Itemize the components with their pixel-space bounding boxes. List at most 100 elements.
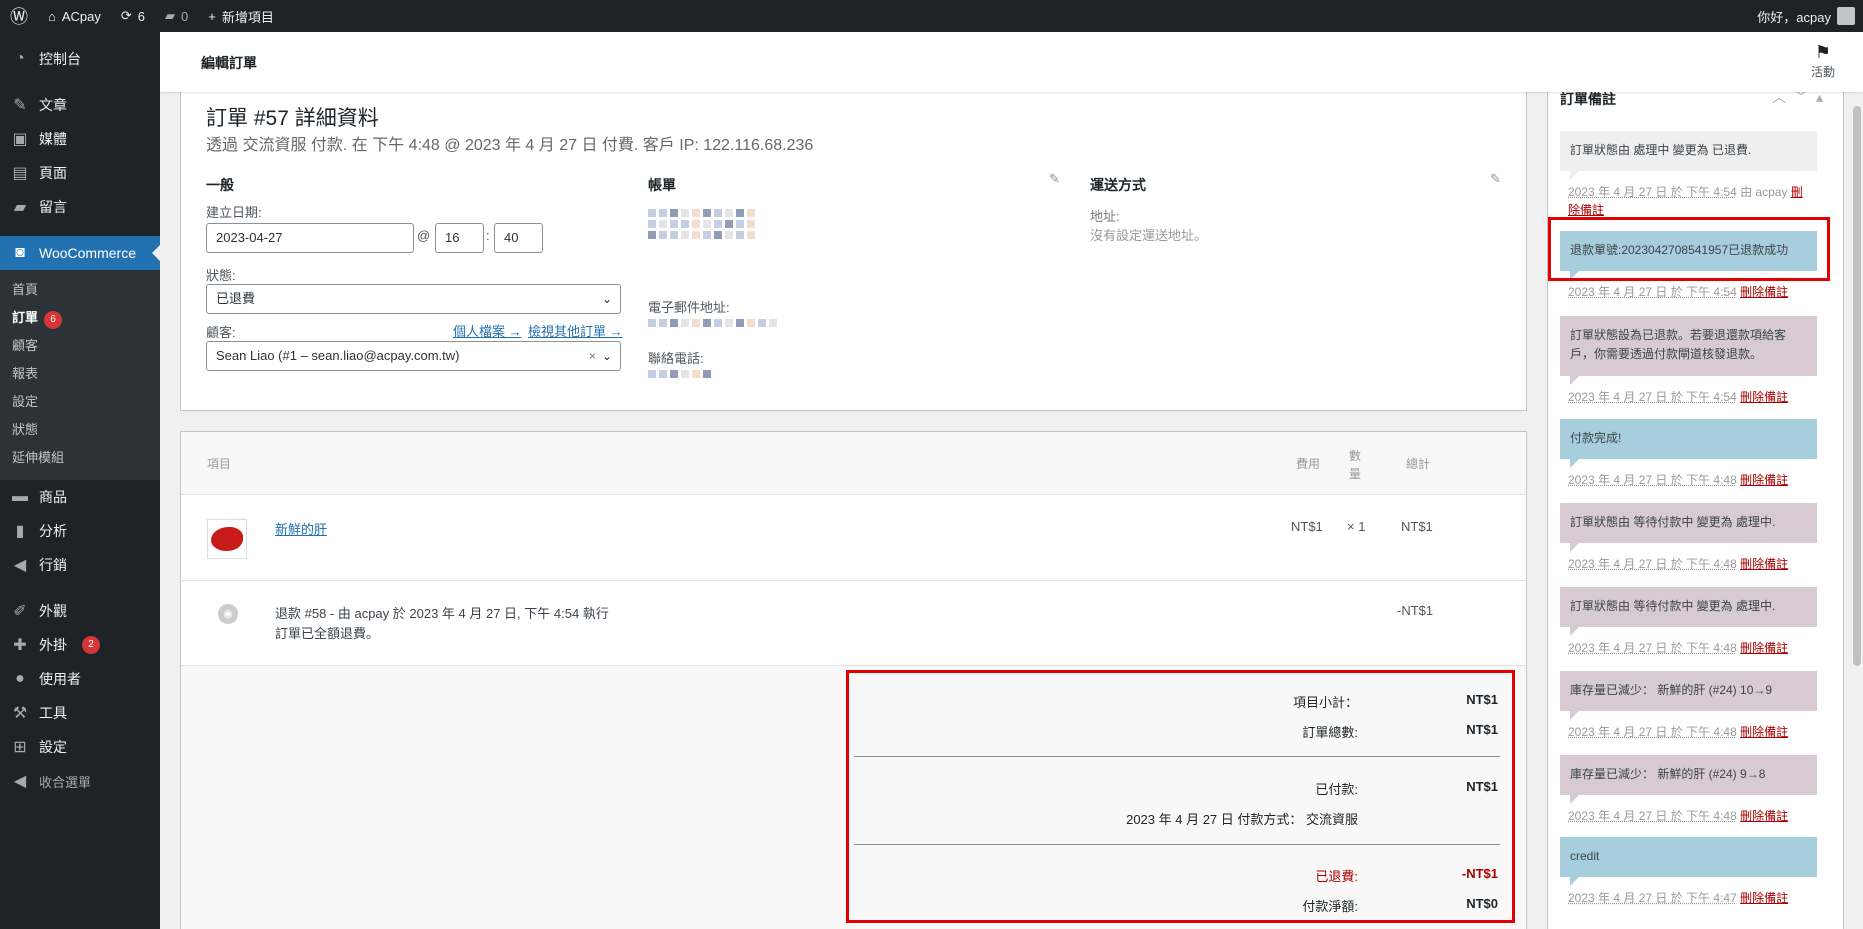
media-icon: ▣	[12, 131, 28, 148]
customer-select[interactable]: Sean Liao (#1 – sean.liao@acpay.com.tw) ×…	[206, 341, 621, 371]
site-name-link[interactable]: ⌂ ACpay	[38, 0, 111, 32]
admin-sidebar: ◔ 控制台 ✎ 文章 ▣ 媒體 ▤ 頁面 ▰ 留言 ◙ WooCommerce 首頁 訂單 6…	[0, 32, 160, 929]
refund-icon: ◉	[218, 604, 238, 624]
header-qty: 數量	[1349, 449, 1362, 481]
billing-title: 帳單	[648, 177, 676, 193]
delete-note-link[interactable]: 刪除備註	[1740, 725, 1788, 739]
list-item: 付款完成!	[1560, 419, 1817, 468]
plus-icon: +	[208, 8, 216, 24]
item-total: NT$1	[1401, 519, 1433, 534]
comment-icon: ▰	[165, 8, 176, 23]
items-header-row: 項目 費用 數量 總計	[181, 432, 1526, 495]
my-account-link[interactable]: 你好，acpay	[1747, 0, 1863, 32]
note-text: credit	[1570, 849, 1600, 863]
scrollbar[interactable]	[1851, 92, 1863, 929]
page-title: 編輯訂單	[201, 55, 257, 71]
comments-link[interactable]: ▰ 0	[155, 0, 198, 32]
view-other-orders-link[interactable]: 檢視其他訂單 →	[528, 321, 623, 340]
minute-input[interactable]: 40	[494, 223, 543, 253]
note-meta: 2023 年 4 月 27 日 於 下午 4:54 刪除備註	[1568, 283, 1808, 301]
menu-collapse[interactable]: ◀ 收合選單	[0, 764, 160, 798]
megaphone-icon: ◀	[13, 557, 27, 574]
brush-icon: ✐	[13, 603, 27, 620]
note-date: 2023 年 4 月 27 日 於 下午 4:54	[1568, 185, 1737, 199]
note-date: 2023 年 4 月 27 日 於 下午 4:54	[1568, 285, 1737, 299]
menu-pages[interactable]: ▤ 頁面	[0, 156, 160, 190]
note-date: 2023 年 4 月 27 日 於 下午 4:48	[1568, 473, 1737, 487]
submenu-status[interactable]: 狀態	[0, 416, 160, 444]
note-date: 2023 年 4 月 27 日 於 下午 4:47	[1568, 891, 1737, 905]
updates-link[interactable]: ⟳ 6	[111, 0, 155, 32]
menu-products[interactable]: ▬ 商品	[0, 480, 160, 514]
header-item: 項目	[207, 457, 232, 471]
menu-media[interactable]: ▣ 媒體	[0, 122, 160, 156]
menu-woocommerce[interactable]: ◙ WooCommerce	[0, 236, 160, 270]
billing-address-redacted	[648, 209, 758, 239]
menu-settings[interactable]: ⊞ 設定	[0, 730, 160, 764]
submenu-customers[interactable]: 顧客	[0, 332, 160, 360]
delete-note-link[interactable]: 刪除備註	[1740, 557, 1788, 571]
delete-note-link[interactable]: 刪除備註	[1740, 809, 1788, 823]
submenu-extensions[interactable]: 延伸模組	[0, 444, 160, 472]
menu-comments[interactable]: ▰ 留言	[0, 190, 160, 224]
order-subheading: 透過 交流資服 付款. 在 下午 4:48 @ 2023 年 4 月 27 日 …	[206, 137, 814, 154]
delete-note-link[interactable]: 刪除備註	[1740, 390, 1788, 404]
wordpress-icon: Ⓦ	[10, 7, 28, 27]
submenu-orders[interactable]: 訂單 6	[0, 304, 160, 332]
refund-row: ◉ 退款 #58 - 由 acpay 於 2023 年 4 月 27 日, 下午…	[181, 580, 1526, 665]
submenu-home[interactable]: 首頁	[0, 276, 160, 304]
product-name-link[interactable]: 新鮮的肝	[275, 519, 327, 538]
list-item: 訂單狀態由 處理中 變更為 已退費.	[1560, 131, 1817, 180]
plugins-count-badge: 2	[82, 636, 100, 654]
created-date-label: 建立日期:	[206, 205, 262, 220]
dashboard-icon: ◔	[15, 50, 25, 67]
item-qty: × 1	[1347, 519, 1366, 534]
menu-plugins[interactable]: ✚ 外掛 2	[0, 628, 160, 662]
delete-note-link[interactable]: 刪除備註	[1740, 891, 1788, 905]
delete-note-link[interactable]: 刪除備註	[1740, 641, 1788, 655]
delete-note-link[interactable]: 刪除備註	[1740, 285, 1788, 299]
products-icon: ▬	[12, 488, 28, 505]
order-heading: 訂單 #57 詳細資料	[206, 107, 379, 130]
customer-label: 顧客:	[206, 325, 236, 340]
submenu-settings[interactable]: 設定	[0, 388, 160, 416]
hour-input[interactable]: 16	[435, 223, 484, 253]
menu-dashboard[interactable]: ◔ 控制台	[0, 42, 160, 76]
menu-tools[interactable]: ⚒ 工具	[0, 696, 160, 730]
customer-profile-link[interactable]: 個人檔案 →	[453, 321, 522, 340]
menu-analytics[interactable]: ▮ 分析	[0, 514, 160, 548]
menu-users[interactable]: ● 使用者	[0, 662, 160, 696]
header-cost: 費用	[1296, 457, 1321, 471]
phone-redacted[interactable]	[648, 370, 728, 378]
refund-amount: -NT$1	[1397, 603, 1434, 618]
clear-customer-icon[interactable]: ×	[589, 342, 596, 370]
activity-button[interactable]: ⚑ 活動	[1811, 42, 1835, 80]
item-cost: NT$1	[1291, 519, 1323, 534]
delete-note-link[interactable]: 刪除備註	[1740, 473, 1788, 487]
edit-shipping-pencil-icon[interactable]: ✎	[1490, 171, 1501, 187]
scrollbar-thumb[interactable]	[1853, 106, 1861, 666]
email-redacted[interactable]	[648, 319, 788, 327]
created-date-input[interactable]: 2023-04-27	[206, 223, 414, 253]
menu-appearance[interactable]: ✐ 外觀	[0, 594, 160, 628]
refresh-icon: ⟳	[120, 8, 132, 23]
admin-bar: Ⓦ ⌂ ACpay ⟳ 6 ▰ 0 + 新增項目 你好，acpay	[0, 0, 1863, 32]
note-date: 2023 年 4 月 27 日 於 下午 4:48	[1568, 725, 1737, 739]
menu-marketing[interactable]: ◀ 行銷	[0, 548, 160, 582]
menu-posts[interactable]: ✎ 文章	[0, 88, 160, 122]
submenu-reports[interactable]: 報表	[0, 360, 160, 388]
pin-icon: ✎	[13, 97, 27, 114]
new-item-link[interactable]: + 新增項目	[198, 0, 284, 32]
at-sign: @	[417, 228, 431, 243]
note-date: 2023 年 4 月 27 日 於 下午 4:48	[1568, 641, 1737, 655]
settings-icon: ⊞	[13, 739, 27, 756]
phone-label: 聯絡電話:	[648, 351, 704, 366]
note-text: 付款完成!	[1570, 431, 1622, 445]
liver-image	[211, 527, 243, 551]
product-thumbnail	[207, 519, 247, 559]
note-date: 2023 年 4 月 27 日 於 下午 4:48	[1568, 809, 1737, 823]
list-item: 庫存量已減少： 新鮮的肝 (#24) 9→8	[1560, 755, 1817, 804]
edit-billing-pencil-icon[interactable]: ✎	[1049, 171, 1060, 187]
wordpress-logo-button[interactable]: Ⓦ	[0, 0, 38, 32]
status-select[interactable]: 已退費 ⌄	[206, 284, 621, 314]
